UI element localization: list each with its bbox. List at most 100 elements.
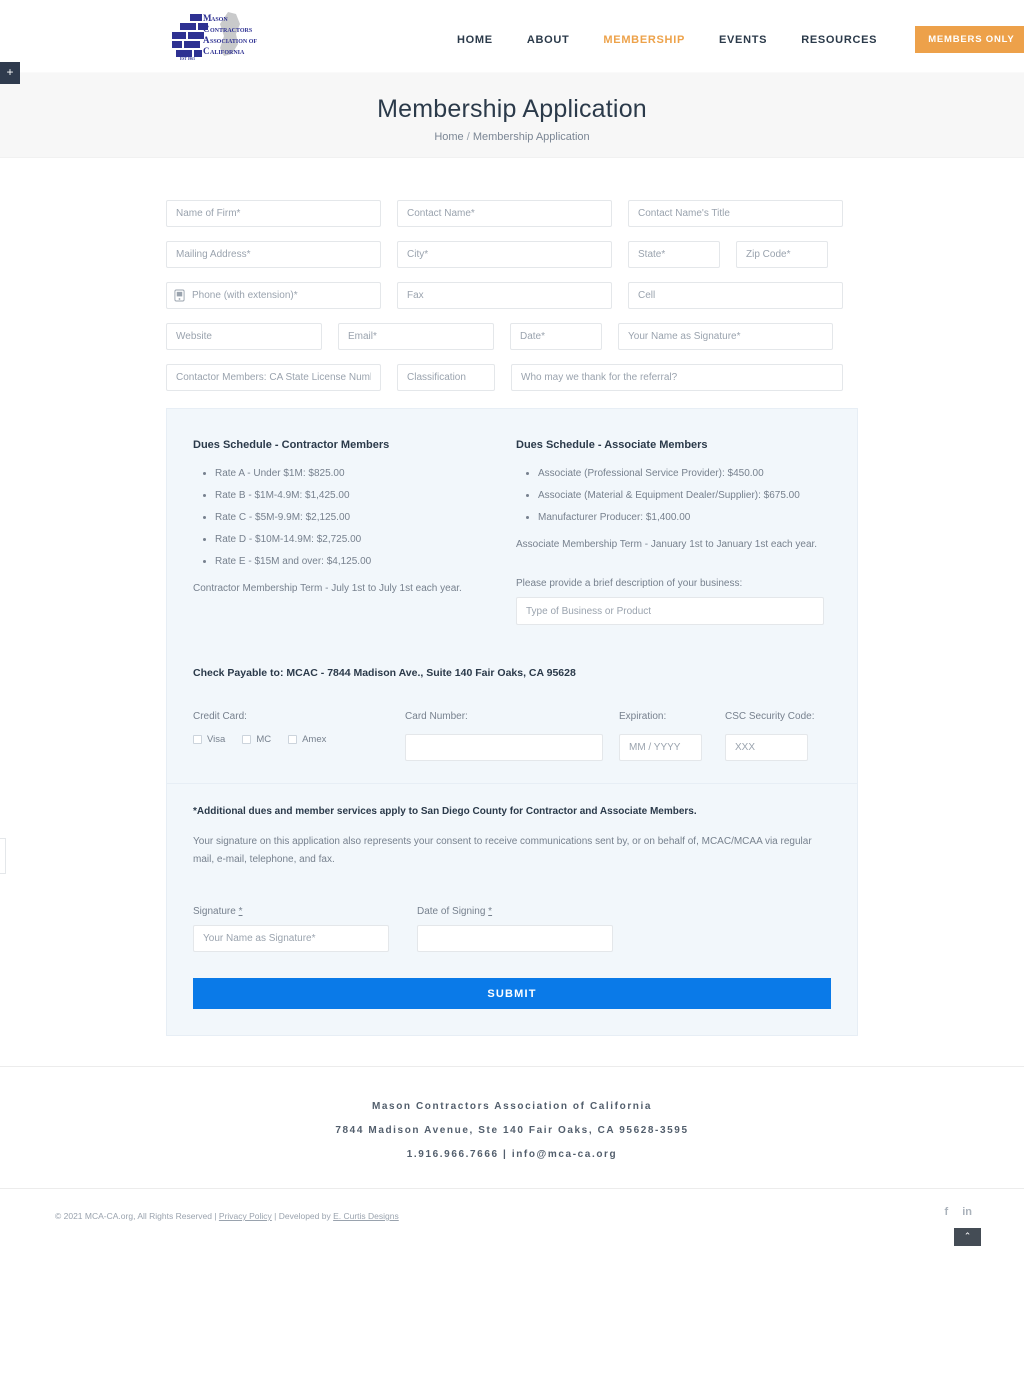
contractor-dues-heading: Dues Schedule - Contractor Members bbox=[193, 439, 390, 451]
consent-text: Your signature on this application also … bbox=[193, 836, 812, 865]
privacy-policy-link[interactable]: Privacy Policy bbox=[219, 1211, 272, 1221]
date-of-signing-label-text: Date of Signing bbox=[417, 906, 486, 917]
associate-dues-column: Dues Schedule - Associate Members Associ… bbox=[512, 439, 831, 625]
members-only-button[interactable]: MEMBERS ONLY bbox=[915, 26, 1024, 53]
date-of-signing-group: Date of Signing * bbox=[417, 906, 613, 952]
card-number-input[interactable] bbox=[405, 734, 604, 761]
website-input[interactable] bbox=[166, 323, 322, 350]
associate-dues-heading: Dues Schedule - Associate Members bbox=[516, 439, 708, 451]
side-panel-toggle[interactable]: + bbox=[0, 62, 20, 84]
mailing-address-input[interactable] bbox=[166, 241, 381, 268]
signature-name-input[interactable] bbox=[618, 323, 833, 350]
credit-card-group: Credit Card: Visa MC Amex bbox=[193, 711, 405, 745]
developed-by-text: | Developed by bbox=[271, 1211, 334, 1221]
list-item: Associate (Professional Service Provider… bbox=[538, 467, 831, 480]
required-marker: * bbox=[238, 906, 243, 917]
name-of-firm-input[interactable] bbox=[166, 200, 381, 227]
email-input[interactable] bbox=[338, 323, 494, 350]
contact-name-input[interactable] bbox=[397, 200, 612, 227]
form-row-phones bbox=[166, 282, 858, 309]
offscreen-element-stub bbox=[0, 838, 6, 874]
expiration-label: Expiration: bbox=[618, 711, 667, 722]
site-header: M ASON C ONTRACTORS A SSOCIATION OF C ALIFOR… bbox=[0, 0, 1024, 73]
business-description-label: Please provide a brief description of yo… bbox=[516, 578, 743, 589]
fax-input[interactable] bbox=[397, 282, 612, 309]
credit-card-options: Visa MC Amex bbox=[193, 734, 405, 745]
list-item: Rate B - $1M-4.9M: $1,425.00 bbox=[215, 489, 482, 502]
breadcrumb-home[interactable]: Home bbox=[434, 131, 463, 143]
site-footer: Mason Contractors Association of Califor… bbox=[0, 1066, 1024, 1188]
card-number-label: Card Number: bbox=[405, 711, 468, 722]
signature-input[interactable] bbox=[193, 925, 389, 952]
nav-item-home[interactable]: HOME bbox=[440, 34, 510, 46]
dues-panel: Dues Schedule - Contractor Members Rate … bbox=[166, 408, 858, 1036]
date-of-signing-input[interactable] bbox=[417, 925, 613, 952]
footer-contact[interactable]: 1.916.966.7666 | info@mca-ca.org bbox=[0, 1149, 1024, 1160]
nav-item-events[interactable]: EVENTS bbox=[702, 34, 784, 46]
nav-item-resources[interactable]: RESOURCES bbox=[784, 34, 894, 46]
contact-title-input[interactable] bbox=[628, 200, 843, 227]
csc-group: CSC Security Code: bbox=[725, 711, 831, 761]
section-divider bbox=[167, 783, 857, 784]
date-input[interactable] bbox=[510, 323, 602, 350]
signature-label-text: Signature bbox=[193, 906, 236, 917]
social-links: f in bbox=[945, 1207, 972, 1218]
copyright-notice: © 2021 MCA-CA.org, All Rights Reserved | bbox=[55, 1211, 219, 1221]
main-navigation: HOME ABOUT MEMBERSHIP EVENTS RESOURCES M… bbox=[440, 26, 1024, 53]
cell-input[interactable] bbox=[628, 282, 843, 309]
linkedin-icon[interactable]: in bbox=[962, 1207, 972, 1218]
checkbox-mc[interactable]: MC bbox=[242, 734, 271, 745]
phone-input[interactable] bbox=[166, 282, 381, 309]
classification-input[interactable] bbox=[397, 364, 495, 391]
card-number-group: Card Number: bbox=[405, 711, 619, 761]
footer-address: 7844 Madison Avenue, Ste 140 Fair Oaks, … bbox=[335, 1125, 689, 1136]
state-input[interactable] bbox=[628, 241, 720, 268]
checkbox-visa[interactable]: Visa bbox=[193, 734, 225, 745]
form-row-contact bbox=[166, 323, 858, 350]
checkbox-icon[interactable] bbox=[193, 735, 202, 744]
zip-code-input[interactable] bbox=[736, 241, 828, 268]
nav-item-membership[interactable]: MEMBERSHIP bbox=[586, 34, 702, 46]
scroll-to-top-button[interactable]: ⌃ bbox=[954, 1228, 981, 1246]
svg-text:EST 1963: EST 1963 bbox=[180, 57, 195, 61]
copyright-text: © 2021 MCA-CA.org, All Rights Reserved |… bbox=[55, 1211, 399, 1221]
business-description-input[interactable] bbox=[516, 597, 824, 625]
checkbox-label: Visa bbox=[207, 734, 226, 745]
date-of-signing-label: Date of Signing * bbox=[417, 906, 613, 917]
expiration-input[interactable] bbox=[618, 734, 702, 761]
referral-input[interactable] bbox=[511, 364, 843, 391]
facebook-icon[interactable]: f bbox=[945, 1207, 949, 1218]
checkbox-amex[interactable]: Amex bbox=[288, 734, 326, 745]
contractor-rate-list: Rate A - Under $1M: $825.00 Rate B - $1M… bbox=[193, 467, 482, 568]
signature-row: Signature * Date of Signing * bbox=[193, 906, 831, 952]
page-title: Membership Application bbox=[377, 95, 647, 123]
svg-text:SSOCIATION OF: SSOCIATION OF bbox=[210, 39, 257, 45]
associate-rate-list: Associate (Professional Service Provider… bbox=[516, 467, 831, 524]
signature-label: Signature * bbox=[193, 906, 389, 917]
license-number-input[interactable] bbox=[166, 364, 381, 391]
associate-term-text: Associate Membership Term - January 1st … bbox=[516, 539, 818, 550]
contractor-term-text: Contractor Membership Term - July 1st to… bbox=[193, 583, 462, 594]
csc-label: CSC Security Code: bbox=[725, 711, 815, 722]
form-row-company bbox=[166, 200, 858, 227]
footer-bottom-bar: © 2021 MCA-CA.org, All Rights Reserved |… bbox=[0, 1188, 1024, 1250]
breadcrumb: Home / Membership Application bbox=[0, 131, 1024, 143]
required-marker: * bbox=[488, 906, 493, 917]
checkbox-icon[interactable] bbox=[288, 735, 298, 744]
checkbox-icon[interactable] bbox=[242, 735, 252, 744]
svg-text:ALIFORNIA: ALIFORNIA bbox=[210, 50, 245, 56]
check-payable-text: Check Payable to: MCAC - 7844 Madison Av… bbox=[193, 667, 576, 679]
site-logo[interactable]: M ASON C ONTRACTORS A SSOCIATION OF C ALIFOR… bbox=[166, 8, 270, 64]
page-title-band: Membership Application Home / Membership… bbox=[0, 73, 1024, 158]
phone-field-wrapper bbox=[166, 282, 381, 309]
form-row-address bbox=[166, 241, 858, 268]
list-item: Rate E - $15M and over: $4,125.00 bbox=[215, 555, 482, 568]
expiration-group: Expiration: bbox=[618, 711, 725, 761]
svg-text:ASON: ASON bbox=[211, 17, 228, 23]
list-item: Manufacturer Producer: $1,400.00 bbox=[538, 511, 831, 524]
nav-item-about[interactable]: ABOUT bbox=[510, 34, 587, 46]
developer-link[interactable]: E. Curtis Designs bbox=[333, 1211, 399, 1221]
submit-button[interactable]: SUBMIT bbox=[193, 978, 831, 1009]
csc-input[interactable] bbox=[725, 734, 808, 761]
city-input[interactable] bbox=[397, 241, 612, 268]
